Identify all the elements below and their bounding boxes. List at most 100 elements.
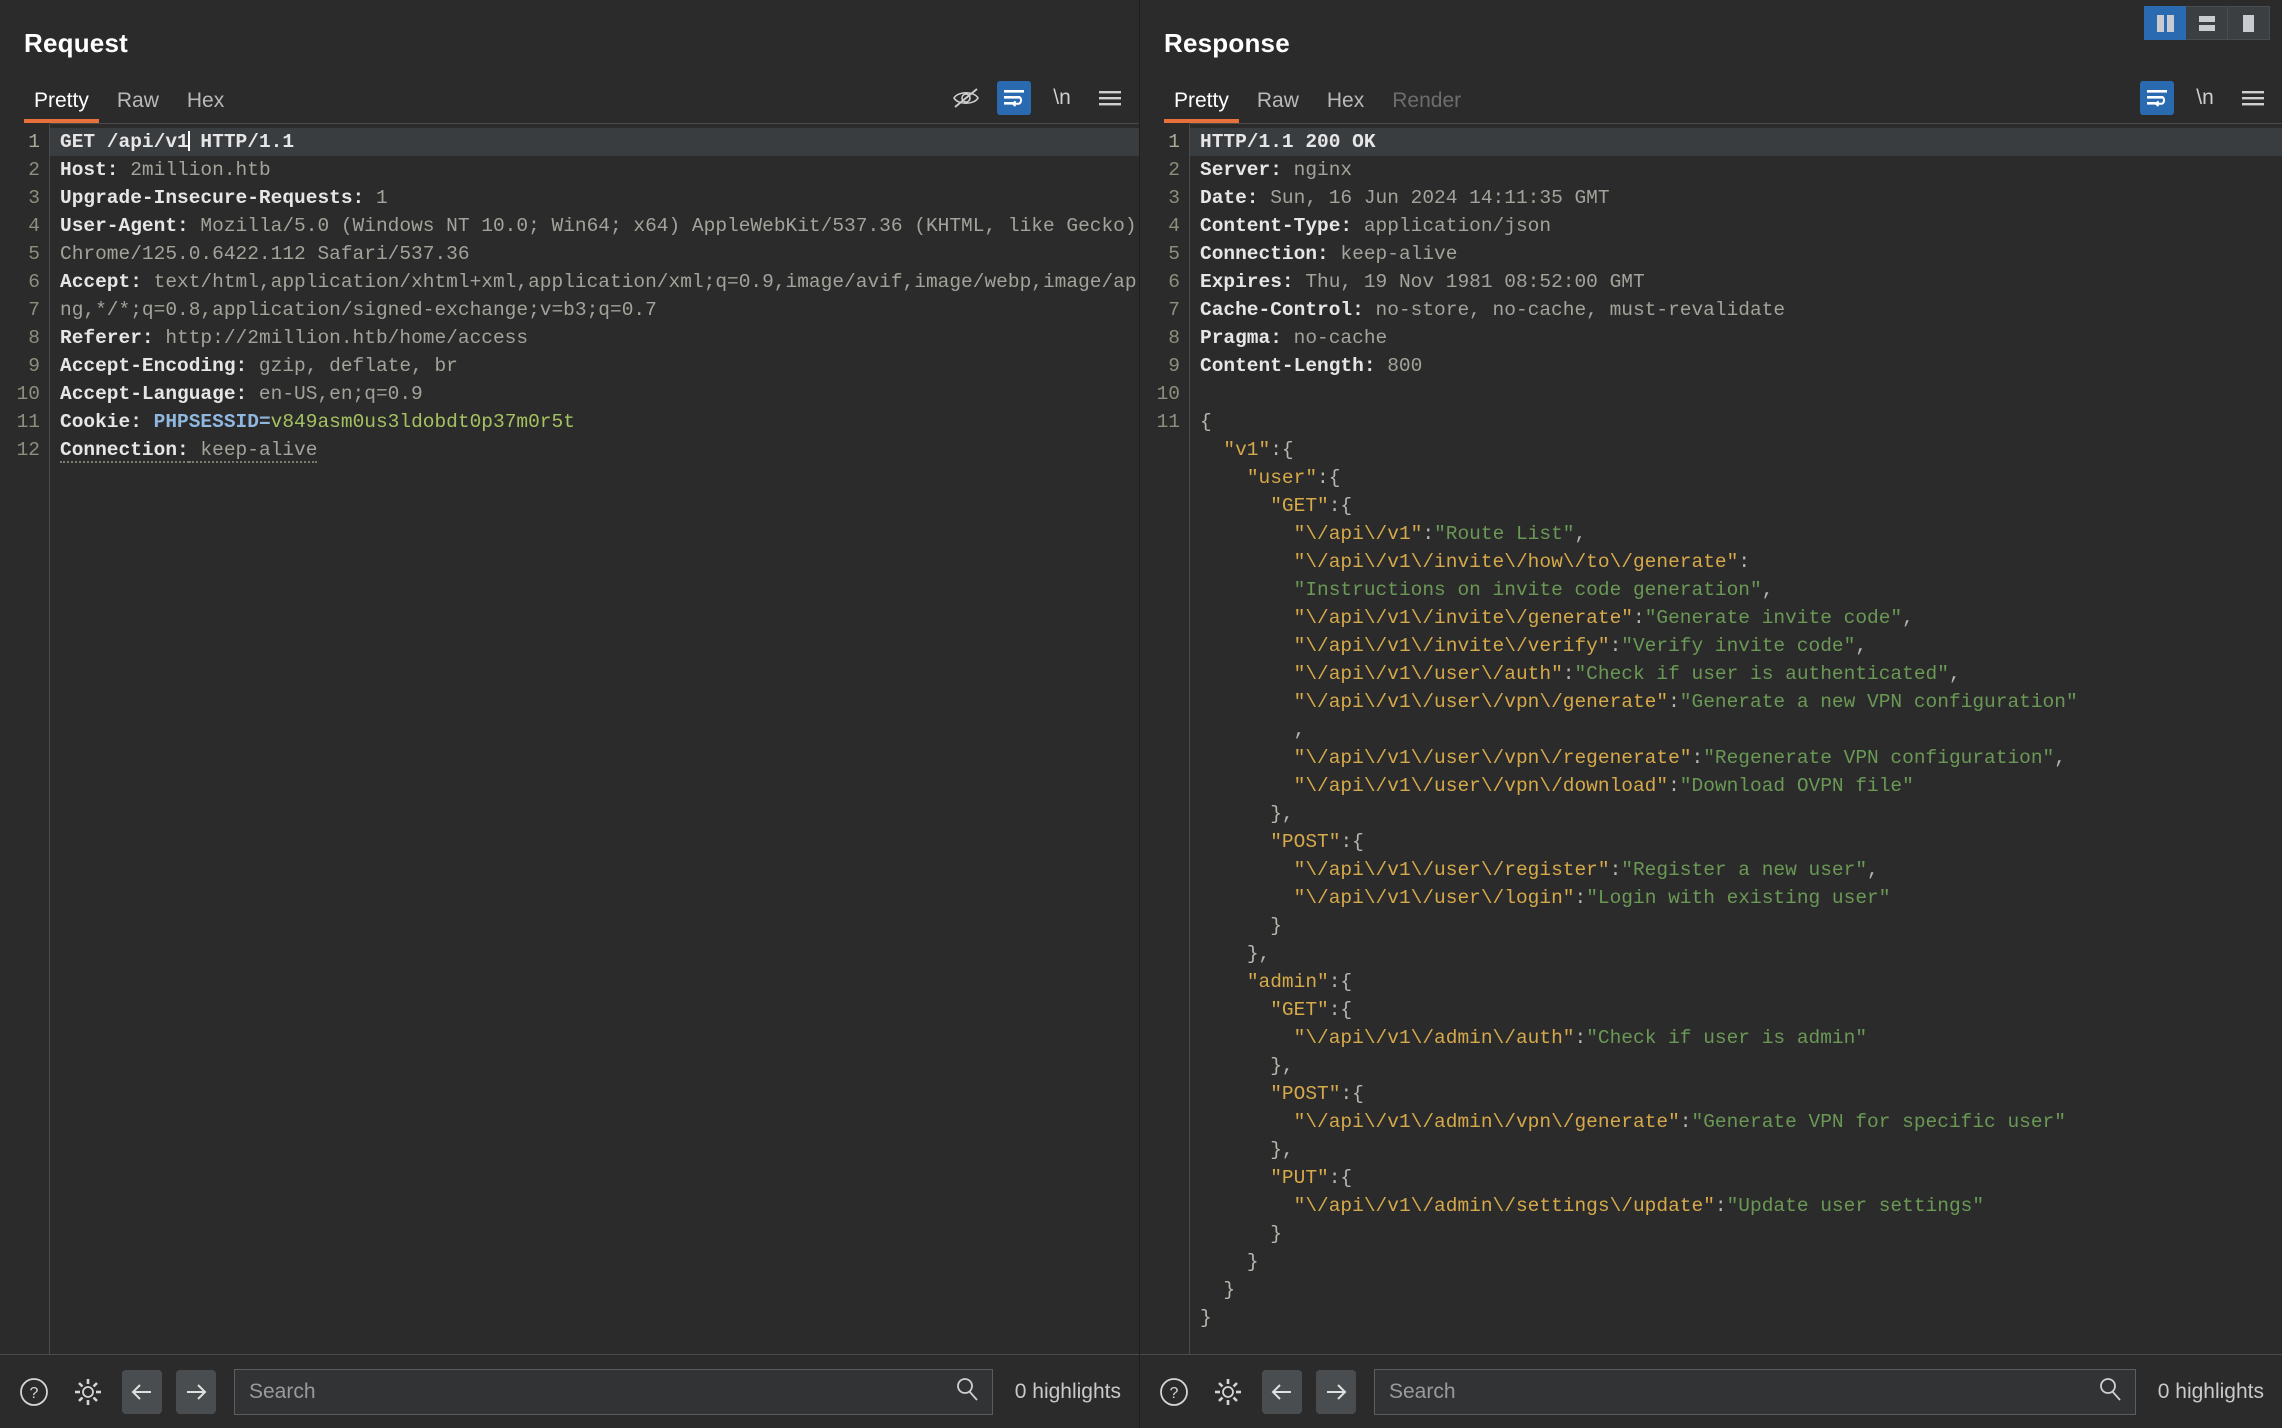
- code-line[interactable]: "\/api\/v1\/admin\/auth":"Check if user …: [1200, 1024, 2282, 1052]
- horizontal-split-button[interactable]: [2186, 6, 2228, 40]
- response-editor[interactable]: 1 2 3 4 5 6 7 8 9 10 11 HTTP/1.1 200 OK Server: ngi…: [1140, 124, 2282, 1354]
- search-input[interactable]: [1389, 1379, 2097, 1404]
- code-line[interactable]: ,: [1200, 716, 2282, 744]
- menu-icon[interactable]: [2236, 81, 2270, 115]
- code-line[interactable]: User-Agent: Mozilla/5.0 (Windows NT 10.0…: [60, 212, 1139, 268]
- code-line[interactable]: {: [1200, 408, 2282, 436]
- code-line[interactable]: "\/api\/v1\/user\/vpn\/download":"Downlo…: [1200, 772, 2282, 800]
- line-number: 5: [28, 243, 40, 265]
- help-icon[interactable]: ?: [14, 1372, 54, 1412]
- help-icon[interactable]: ?: [1154, 1372, 1194, 1412]
- gear-icon[interactable]: [68, 1372, 108, 1412]
- code-line[interactable]: },: [1200, 940, 2282, 968]
- newline-icon[interactable]: \n: [1045, 81, 1079, 115]
- code-line[interactable]: Content-Type: application/json: [1200, 212, 2282, 240]
- code-line[interactable]: Accept-Language: en-US,en;q=0.9: [60, 380, 1139, 408]
- code-line[interactable]: "user":{: [1200, 464, 2282, 492]
- code-line[interactable]: "\/api\/v1\/user\/vpn\/regenerate":"Rege…: [1200, 744, 2282, 772]
- code-line[interactable]: Accept-Encoding: gzip, deflate, br: [60, 352, 1139, 380]
- code-line[interactable]: }: [1200, 1220, 2282, 1248]
- code-line[interactable]: }: [1200, 912, 2282, 940]
- code-line[interactable]: "Instructions on invite code generation"…: [1200, 576, 2282, 604]
- line-number: 7: [28, 299, 40, 321]
- line-number: 9: [1168, 355, 1180, 377]
- tab-request-pretty[interactable]: Pretty: [20, 89, 103, 123]
- code-line[interactable]: "GET":{: [1200, 996, 2282, 1024]
- code-line[interactable]: "POST":{: [1200, 828, 2282, 856]
- response-bottom-bar: ? 0 highlights: [1140, 1354, 2282, 1428]
- code-line[interactable]: "\/api\/v1\/invite\/verify":"Verify invi…: [1200, 632, 2282, 660]
- code-line[interactable]: Upgrade-Insecure-Requests: 1: [60, 184, 1139, 212]
- code-line[interactable]: }: [1200, 1276, 2282, 1304]
- code-line[interactable]: },: [1200, 800, 2282, 828]
- search-icon[interactable]: [954, 1376, 980, 1407]
- line-number: 1: [28, 131, 40, 153]
- code-line[interactable]: Connection: keep-alive: [60, 436, 1139, 464]
- eye-off-icon[interactable]: [949, 81, 983, 115]
- code-line[interactable]: "PUT":{: [1200, 1164, 2282, 1192]
- code-line[interactable]: [60, 464, 1139, 492]
- horizontal-split-icon: [2198, 15, 2215, 31]
- code-line[interactable]: Cookie: PHPSESSID=v849asm0us3ldobdt0p37m…: [60, 408, 1139, 436]
- code-line[interactable]: "\/api\/v1\/user\/login":"Login with exi…: [1200, 884, 2282, 912]
- gear-icon[interactable]: [1208, 1372, 1248, 1412]
- vertical-split-button[interactable]: [2144, 6, 2186, 40]
- code-line[interactable]: "\/api\/v1\/user\/vpn\/generate":"Genera…: [1200, 688, 2282, 716]
- tab-request-raw[interactable]: Raw: [103, 89, 173, 123]
- request-tabs: Pretty Raw Hex \n: [0, 69, 1139, 123]
- request-bottom-bar: ? 0 highlights: [0, 1354, 1139, 1428]
- response-search-box[interactable]: [1374, 1368, 2136, 1415]
- burp-message-editor: Request Pretty Raw Hex \n 1 2 3 4 5 6 7 …: [0, 0, 2282, 1428]
- code-line[interactable]: "\/api\/v1\/invite\/generate":"Generate …: [1200, 604, 2282, 632]
- menu-icon[interactable]: [1093, 81, 1127, 115]
- code-line[interactable]: Host: 2million.htb: [60, 156, 1139, 184]
- code-line[interactable]: "v1":{: [1200, 436, 2282, 464]
- search-forward-button[interactable]: [176, 1369, 216, 1414]
- code-line[interactable]: Referer: http://2million.htb/home/access: [60, 324, 1139, 352]
- word-wrap-icon[interactable]: [2140, 81, 2174, 115]
- code-line[interactable]: GET /api/v1 HTTP/1.1: [50, 128, 1139, 156]
- code-line[interactable]: "\/api\/v1":"Route List",: [1200, 520, 2282, 548]
- code-line[interactable]: [60, 492, 1139, 520]
- code-line[interactable]: "\/api\/v1\/invite\/how\/to\/generate":: [1200, 548, 2282, 576]
- code-line[interactable]: HTTP/1.1 200 OK: [1190, 128, 2282, 156]
- newline-icon[interactable]: \n: [2188, 81, 2222, 115]
- single-pane-button[interactable]: [2228, 6, 2270, 40]
- tab-request-hex[interactable]: Hex: [173, 89, 238, 123]
- code-line[interactable]: Expires: Thu, 19 Nov 1981 08:52:00 GMT: [1200, 268, 2282, 296]
- code-line[interactable]: Pragma: no-cache: [1200, 324, 2282, 352]
- code-line[interactable]: },: [1200, 1052, 2282, 1080]
- search-forward-button[interactable]: [1316, 1369, 1356, 1414]
- request-editor[interactable]: 1 2 3 4 5 6 7 8 9 10 11 12 GET /api/v1 HTTP/1.1 Host…: [0, 124, 1139, 1354]
- code-line[interactable]: Content-Length: 800: [1200, 352, 2282, 380]
- search-icon[interactable]: [2097, 1376, 2123, 1407]
- code-line[interactable]: "\/api\/v1\/admin\/settings\/update":"Up…: [1200, 1192, 2282, 1220]
- code-line[interactable]: }: [1200, 1248, 2282, 1276]
- code-line[interactable]: Date: Sun, 16 Jun 2024 14:11:35 GMT: [1200, 184, 2282, 212]
- search-back-button[interactable]: [1262, 1369, 1302, 1414]
- line-number: 12: [16, 439, 40, 461]
- request-search-box[interactable]: [234, 1368, 993, 1415]
- code-line[interactable]: }: [1200, 1304, 2282, 1332]
- line-number: 8: [1168, 327, 1180, 349]
- search-input[interactable]: [249, 1379, 954, 1404]
- code-line[interactable]: [1200, 380, 2282, 408]
- code-line[interactable]: "POST":{: [1200, 1080, 2282, 1108]
- code-line[interactable]: "\/api\/v1\/admin\/vpn\/generate":"Gener…: [1200, 1108, 2282, 1136]
- search-back-button[interactable]: [122, 1369, 162, 1414]
- code-line[interactable]: "\/api\/v1\/user\/auth":"Check if user i…: [1200, 660, 2282, 688]
- code-line[interactable]: },: [1200, 1136, 2282, 1164]
- tab-response-hex[interactable]: Hex: [1313, 89, 1378, 123]
- code-line[interactable]: Server: nginx: [1200, 156, 2282, 184]
- code-line[interactable]: Connection: keep-alive: [1200, 240, 2282, 268]
- word-wrap-icon[interactable]: [997, 81, 1031, 115]
- code-line[interactable]: "admin":{: [1200, 968, 2282, 996]
- code-line[interactable]: Cache-Control: no-store, no-cache, must-…: [1200, 296, 2282, 324]
- code-line[interactable]: "GET":{: [1200, 492, 2282, 520]
- tab-response-pretty[interactable]: Pretty: [1160, 89, 1243, 123]
- request-code[interactable]: GET /api/v1 HTTP/1.1 Host: 2million.htb Up…: [50, 124, 1139, 1354]
- response-code[interactable]: HTTP/1.1 200 OK Server: nginx Date: Sun, 1…: [1190, 124, 2282, 1354]
- code-line[interactable]: Accept: text/html,application/xhtml+xml,…: [60, 268, 1139, 324]
- code-line[interactable]: "\/api\/v1\/user\/register":"Register a …: [1200, 856, 2282, 884]
- tab-response-raw[interactable]: Raw: [1243, 89, 1313, 123]
